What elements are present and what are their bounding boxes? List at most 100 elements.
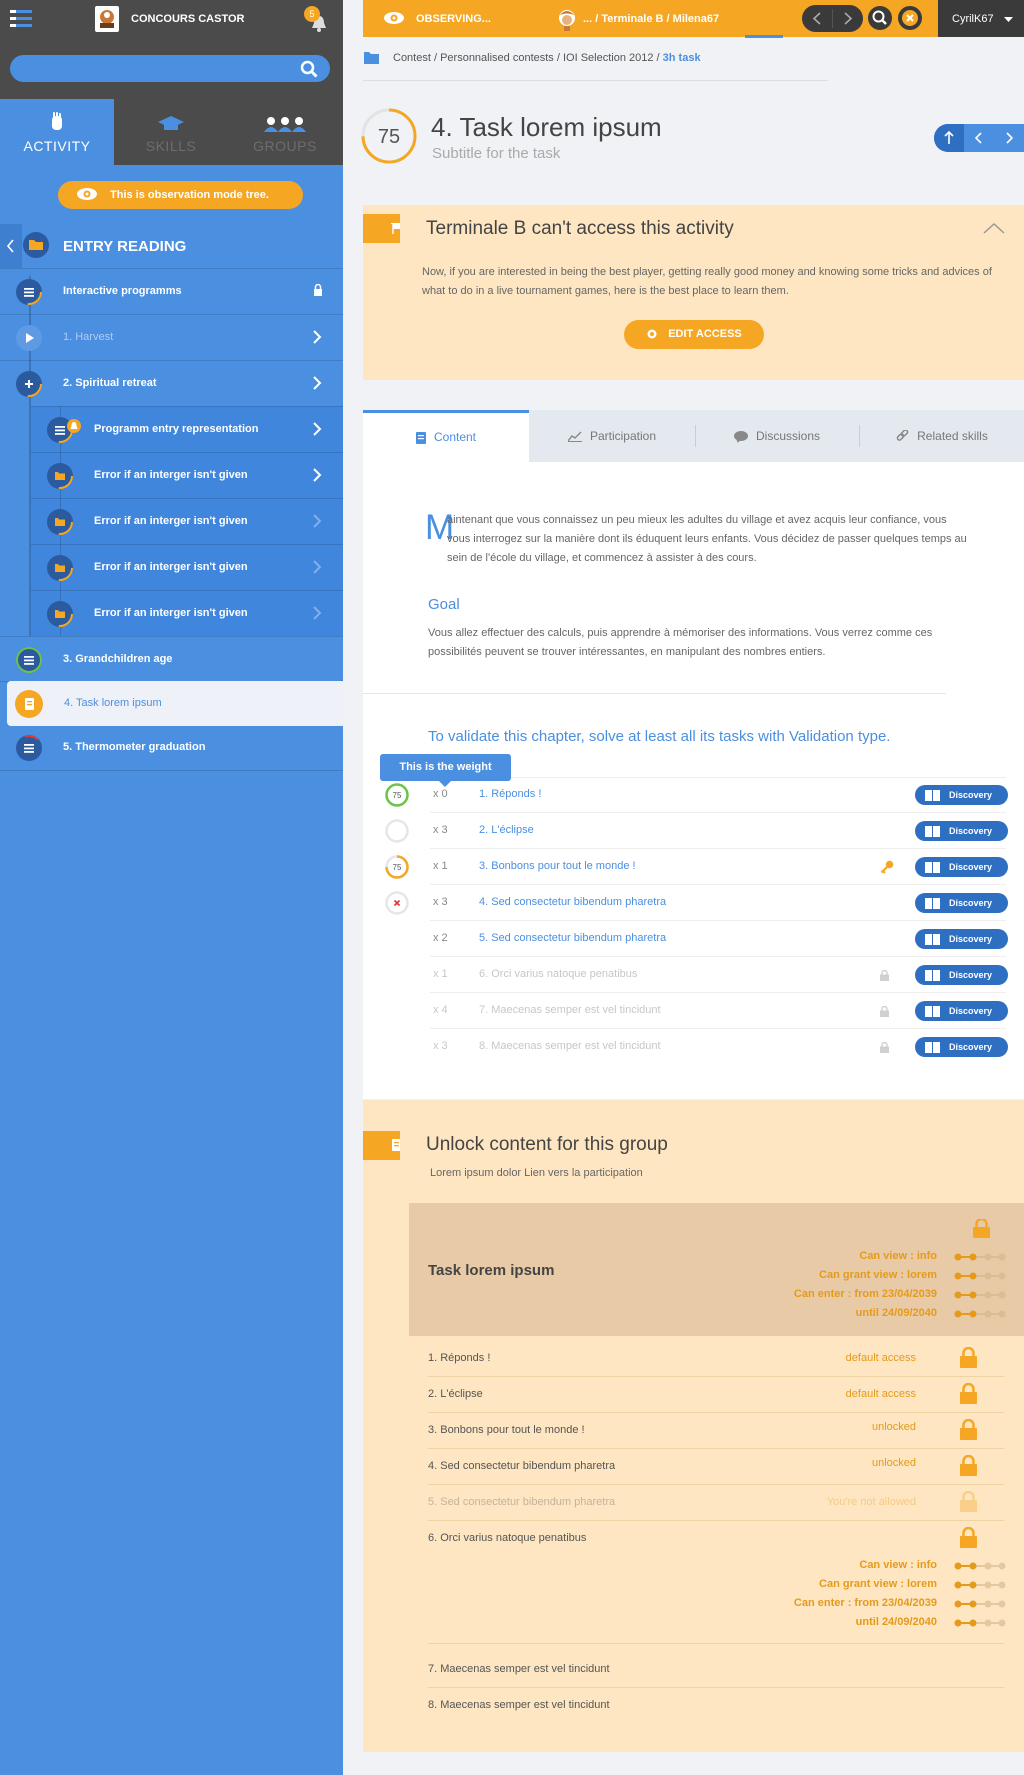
tab-groups[interactable]: GROUPS [228,99,342,166]
tree-item-error-2[interactable]: Error if an interger isn't given [31,498,343,544]
task-row[interactable]: 75 x 1 3. Bonbons pour tout le monde ! D… [385,849,1008,885]
tree-item-programm-entry[interactable]: Programm entry representation [31,406,343,452]
edit-access-button[interactable]: EDIT ACCESS [624,320,764,349]
lock-icon[interactable] [960,1347,977,1368]
chevron-right-icon[interactable] [309,604,325,622]
permission-level-slider[interactable] [954,1599,1006,1609]
permission-level-slider[interactable] [954,1561,1006,1571]
scroll-indicator [745,35,783,38]
lock-icon[interactable] [973,1219,990,1238]
unlock-row[interactable]: 1. Réponds ! default access [428,1341,1004,1377]
lock-icon[interactable] [960,1527,977,1548]
tree-item-thermometer[interactable]: 5. Thermometer graduation [0,726,343,771]
chevron-right-icon[interactable] [309,466,325,484]
unlock-row[interactable]: 2. L'éclipse default access [428,1377,1004,1413]
unlock-subtitle[interactable]: Lorem ipsum dolor Lien vers la participa… [430,1167,643,1179]
previous-arrow-icon[interactable] [964,124,994,152]
discovery-badge[interactable]: Discovery [915,965,1008,985]
tree-item-harvest[interactable]: 1. Harvest [0,314,343,360]
tab-discussions[interactable]: Discussions [695,410,859,462]
unlock-row[interactable]: 6. Orci varius natoque penatibus Can vie… [428,1521,1006,1644]
lock-icon[interactable] [960,1455,977,1476]
discovery-badge[interactable]: Discovery [915,821,1008,841]
graduation-cap-icon [158,116,184,132]
discovery-badge[interactable]: Discovery [915,857,1008,877]
previous-arrow-icon[interactable] [802,5,832,32]
chevron-right-icon[interactable] [309,558,325,576]
permission-level-slider[interactable] [954,1309,1006,1319]
tab-participation[interactable]: Participation [529,410,695,462]
content-tabs: Content Participation Discussions Relate… [363,410,1024,462]
task-row[interactable]: x 2 5. Sed consectetur bibendum pharetra… [430,921,1008,957]
caret-down-icon[interactable] [1004,17,1013,22]
tab-skills[interactable]: SKILLS [114,99,228,166]
unlock-row[interactable]: 8. Maecenas semper est vel tincidunt [428,1688,1004,1724]
permission-level-slider[interactable] [954,1271,1006,1281]
task-row[interactable]: x 1 6. Orci varius natoque penatibus Dis… [430,957,1008,993]
permission-until: until 24/09/2040 [855,1616,937,1628]
task-weight: x 1 [433,860,448,872]
breadcrumb-path[interactable]: Contest / Personnalised contests / IOI S… [393,52,663,64]
task-title[interactable]: 3. Bonbons pour tout le monde ! [479,860,636,872]
observation-notice-text: This is observation mode tree. [110,189,269,201]
permission-level-slider[interactable] [954,1290,1006,1300]
chevron-up-icon[interactable] [983,222,1005,234]
unlock-row[interactable]: 7. Maecenas semper est vel tincidunt [428,1652,1004,1688]
back-chevron-icon[interactable] [0,224,22,268]
tree-item-spiritual-retreat[interactable]: 2. Spiritual retreat [0,360,343,406]
list-icon [16,279,42,305]
discovery-label: Discovery [949,1006,993,1016]
unlock-row[interactable]: 4. Sed consectetur bibendum pharetra unl… [428,1449,1004,1485]
task-row[interactable]: x 3 2. L'éclipse Discovery [385,813,1008,849]
lock-icon[interactable] [960,1383,977,1404]
discovery-badge[interactable]: Discovery [915,893,1008,913]
task-row[interactable]: x 4 7. Maecenas semper est vel tincidunt… [430,993,1008,1029]
tree-item-error-1[interactable]: Error if an interger isn't given [31,452,343,498]
tree-item-error-3[interactable]: Error if an interger isn't given [31,544,343,590]
search-input[interactable] [10,55,330,82]
tree-item-error-4[interactable]: Error if an interger isn't given [31,590,343,636]
discovery-badge[interactable]: Discovery [915,1037,1008,1057]
search-icon[interactable] [868,6,892,30]
observed-group-breadcrumb[interactable]: ... / Terminale B / Milena67 [583,13,719,25]
tree-item-interactive-programms[interactable]: Interactive programms [0,268,343,314]
next-arrow-icon[interactable] [994,124,1024,152]
permission-level-slider[interactable] [954,1618,1006,1628]
tree-item-task-lorem-ipsum[interactable]: 4. Task lorem ipsum [7,681,343,726]
chevron-right-icon[interactable] [309,328,325,346]
discovery-badge[interactable]: Discovery [915,1001,1008,1021]
breadcrumb[interactable]: Contest / Personnalised contests / IOI S… [393,52,701,64]
task-title[interactable]: 1. Réponds ! [479,788,541,800]
plus-icon [16,371,42,397]
permission-level-slider[interactable] [954,1580,1006,1590]
task-title[interactable]: 2. L'éclipse [479,824,534,836]
tab-content[interactable]: Content [363,410,529,462]
book-icon [15,690,43,718]
task-title[interactable]: 5. Sed consectetur bibendum pharetra [479,932,666,944]
tree-item-label: Interactive programms [63,285,182,297]
tree-section-header[interactable]: ENTRY READING [0,224,343,268]
eye-icon [383,11,405,25]
search-icon[interactable] [300,60,318,78]
parent-arrow-icon[interactable] [934,124,964,152]
chevron-right-icon[interactable] [309,420,325,438]
tree-item-grandchildren-age[interactable]: 3. Grandchildren age [0,636,343,682]
task-title[interactable]: 4. Sed consectetur bibendum pharetra [479,896,666,908]
chevron-right-icon[interactable] [309,374,325,392]
unlock-row-status: unlocked [871,1421,916,1433]
lock-icon[interactable] [960,1419,977,1440]
unlock-row-title: 1. Réponds ! [428,1352,491,1364]
hamburger-menu-icon[interactable] [10,10,32,28]
chevron-right-icon[interactable] [309,512,325,530]
task-row[interactable]: x 3 8. Maecenas semper est vel tincidunt… [430,1029,1008,1065]
tab-activity[interactable]: ACTIVITY [0,99,114,166]
tab-related-skills[interactable]: Related skills [860,410,1024,462]
close-icon[interactable] [898,6,922,30]
task-row[interactable]: 75 x 0 1. Réponds ! Discovery [385,777,1008,813]
discovery-badge[interactable]: Discovery [915,929,1008,949]
task-row[interactable]: x 3 4. Sed consectetur bibendum pharetra… [385,885,1008,921]
permission-level-slider[interactable] [954,1252,1006,1262]
next-arrow-icon[interactable] [833,5,863,32]
discovery-badge[interactable]: Discovery [915,785,1008,805]
unlock-row[interactable]: 3. Bonbons pour tout le monde ! unlocked [428,1413,1004,1449]
